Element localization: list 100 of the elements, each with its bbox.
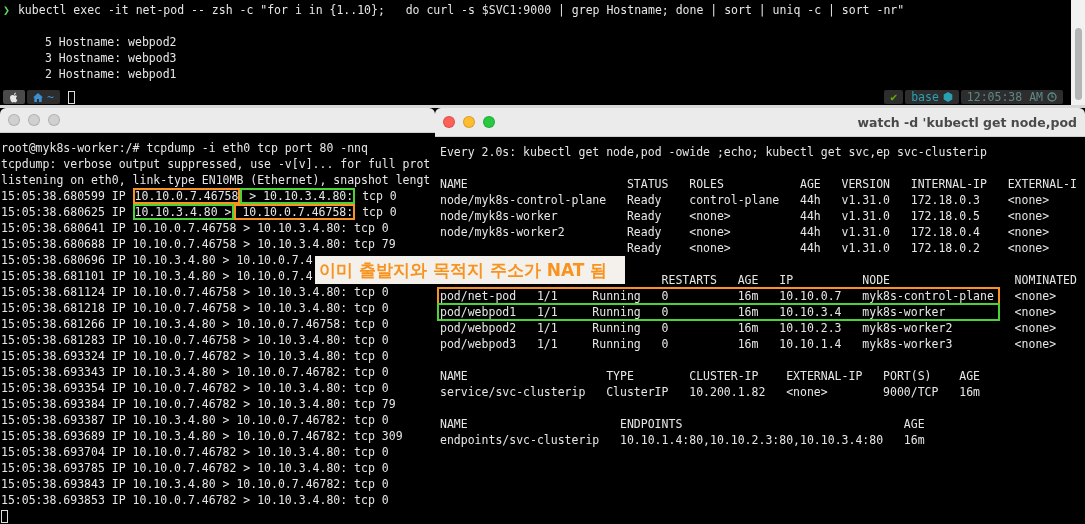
table-cell-text: 9000/TCP — [883, 384, 940, 400]
clock-icon — [1047, 92, 1057, 102]
table-cell-text: <none> — [786, 384, 829, 400]
table-cell-text: <none> — [1014, 336, 1058, 352]
column-header: CLUSTER-IP — [689, 368, 760, 384]
table-cell-text: <none> — [689, 208, 732, 224]
terminal-line: 15:05:38.693384 IP 10.10.0.7.46782 > 10.10.3.4.80: tcp 79 — [1, 396, 396, 412]
terminal-line: 15:05:38.680696 IP 10.10.3.4.80 > 10.10.0.7.4 — [1, 252, 313, 268]
clock-time: 12:05:38 AM — [966, 90, 1043, 104]
terminal-text: tcp 0 — [361, 188, 397, 204]
table-cell-text: 16m — [737, 288, 760, 304]
table-cell-text: 16m — [737, 304, 760, 320]
prompt-symbol: ❯ — [3, 2, 10, 18]
terminal-line: 15:05:38.693853 IP 10.10.0.7.46782 > 10.10.3.4.80: tcp 0 — [1, 492, 389, 508]
table-cell-text: 44h — [800, 240, 822, 256]
table-cell-text: 172.18.0.5 — [910, 208, 981, 224]
table-cell-text: <none> — [1014, 288, 1058, 304]
terminal-text: 15:05:38.680625 IP — [1, 204, 127, 220]
table-cell-text: 0 — [661, 336, 670, 352]
zoom-button[interactable] — [483, 116, 495, 128]
table-cell-text: 16m — [959, 384, 981, 400]
terminal-text: 15:05:38.680599 IP — [1, 188, 127, 204]
command-line: kubectl exec -it net-pod -- zsh -c "for i in {1..10}; do curl -s $SVC1:9000 | grep Hostname; done | sort | uniq -c | sort -nr" — [17, 2, 905, 18]
table-cell-text: Ready — [626, 240, 663, 256]
close-button[interactable] — [8, 114, 20, 126]
terminal-line: 15:05:38.693324 IP 10.10.0.7.46782 > 10.10.3.4.80: tcp 0 — [1, 348, 389, 364]
directory-text: ~ — [47, 90, 54, 104]
column-header: AGE — [903, 416, 926, 432]
highlighted-address: 10.10.0.7.46758 — [132, 188, 241, 204]
column-header: INTERNAL-IP — [910, 176, 988, 192]
table-cell-text: <none> — [1007, 192, 1051, 208]
column-header: PORT(S) — [883, 368, 933, 384]
apple-icon — [9, 91, 19, 103]
column-header: EXTERNAL-IP — [786, 368, 864, 384]
terminal-line: 15:05:38.693387 IP 10.10.3.4.80 > 10.10.0.7.46782: tcp 0 — [1, 412, 389, 428]
close-button[interactable] — [443, 116, 455, 128]
highlighted-address: > 10.10.3.4.80: — [240, 188, 356, 204]
table-cell-text: 10.10.2.3 — [779, 320, 843, 336]
column-header: NAME — [440, 176, 469, 192]
scrollbar[interactable] — [1071, 0, 1085, 105]
table-cell-text: <none> — [1007, 224, 1051, 240]
table-cell-text: 1/1 — [536, 288, 559, 304]
minimize-button[interactable] — [28, 114, 40, 126]
terminal-line: 15:05:38.693343 IP 10.10.3.4.80 > 10.10.0.7.46782: tcp 0 — [1, 364, 389, 380]
table-cell-text: node/myk8s-worker2 — [440, 224, 566, 240]
column-header: EXTERNAL-I — [1007, 176, 1078, 192]
column-header: ROLES — [689, 176, 725, 192]
table-cell-text: <none> — [689, 240, 732, 256]
table-cell-text: endpoints/svc-clusterip — [440, 432, 601, 448]
terminal-line: 15:05:38.680641 IP 10.10.0.7.46758 > 10.10.3.4.80: tcp 0 — [1, 220, 389, 236]
table-cell-text: myk8s-control-plane — [862, 288, 995, 304]
terminal-line: root@myk8s-worker:/# tcpdump -i eth0 tcp port 80 -nnq — [1, 140, 368, 156]
table-cell-text: pod/webpod1 — [440, 304, 518, 320]
table-cell-text: myk8s-worker2 — [862, 320, 954, 336]
zoom-button[interactable] — [48, 114, 60, 126]
table-cell-text: 172.18.0.3 — [910, 192, 981, 208]
table-cell-text: 10.10.3.4 — [779, 304, 843, 320]
minimize-button[interactable] — [463, 116, 475, 128]
terminal-line: 15:05:38.693704 IP 10.10.0.7.46782 > 10.10.3.4.80: tcp 0 — [1, 444, 389, 460]
column-header: VERSION — [841, 176, 891, 192]
table-cell-text: ClusterIP — [606, 384, 670, 400]
table-cell-text: 1/1 — [536, 320, 559, 336]
hexagon-icon — [942, 92, 953, 102]
table-cell-text: 44h — [800, 224, 822, 240]
column-header: ENDPOINTS — [620, 416, 684, 432]
table-cell-text: 16m — [737, 336, 760, 352]
table-cell-text: 16m — [903, 432, 926, 448]
terminal-line: 15:05:38.681124 IP 10.10.0.7.46758 > 10.10.3.4.80: tcp 0 — [1, 284, 389, 300]
terminal-line: listening on eth0, link-type EN10MB (Ethernet), snapshot lengt — [1, 172, 431, 188]
terminal-line: 15:05:38.693843 IP 10.10.3.4.80 > 10.10.0.7.46782: tcp 0 — [1, 476, 389, 492]
table-cell-text: 0 — [661, 320, 670, 336]
column-header: TYPE — [606, 368, 635, 384]
terminal-line: 15:05:38.693354 IP 10.10.0.7.46782 > 10.10.3.4.80: tcp 0 — [1, 380, 389, 396]
column-header: STATUS — [626, 176, 670, 192]
table-cell-text: 1/1 — [536, 304, 559, 320]
column-header: RESTARTS — [661, 272, 718, 288]
table-cell-text: myk8s-worker3 — [862, 336, 954, 352]
cursor — [67, 90, 75, 104]
output-line: 2 Hostname: webpod1 — [45, 66, 177, 82]
table-cell-text: 10.10.1.4:80,10.10.2.3:80,10.10.3.4:80 — [620, 432, 885, 448]
table-cell-text: <none> — [1007, 240, 1051, 256]
column-header: AGE — [959, 368, 981, 384]
table-cell-text: <none> — [1014, 304, 1058, 320]
table-cell-text: v1.31.0 — [841, 240, 891, 256]
table-cell-text: v1.31.0 — [841, 208, 891, 224]
column-header: NODE — [862, 272, 891, 288]
annotation-label: 이미 출발지와 목적지 주소가 NAT 됨 — [315, 256, 625, 284]
column-header: NAME — [440, 368, 469, 384]
table-cell-text: Ready — [626, 224, 663, 240]
table-cell-text: 0 — [661, 304, 670, 320]
table-cell-text: service/svc-clusterip — [440, 384, 587, 400]
terminal-line: 15:05:38.681266 IP 10.10.3.4.80 > 10.10.0.7.46758: tcp 0 — [1, 316, 389, 332]
table-cell-text: myk8s-worker — [862, 304, 947, 320]
highlighted-address: 10.10.3.4.80 > — [132, 204, 234, 220]
table-cell-text: pod/net-pod — [440, 288, 518, 304]
table-cell-text: Running — [592, 320, 642, 336]
table-cell-text: pod/webpod2 — [440, 320, 518, 336]
table-cell-text: 10.10.0.7 — [779, 288, 843, 304]
table-cell-text: Running — [592, 304, 642, 320]
table-cell-text: Running — [592, 336, 642, 352]
